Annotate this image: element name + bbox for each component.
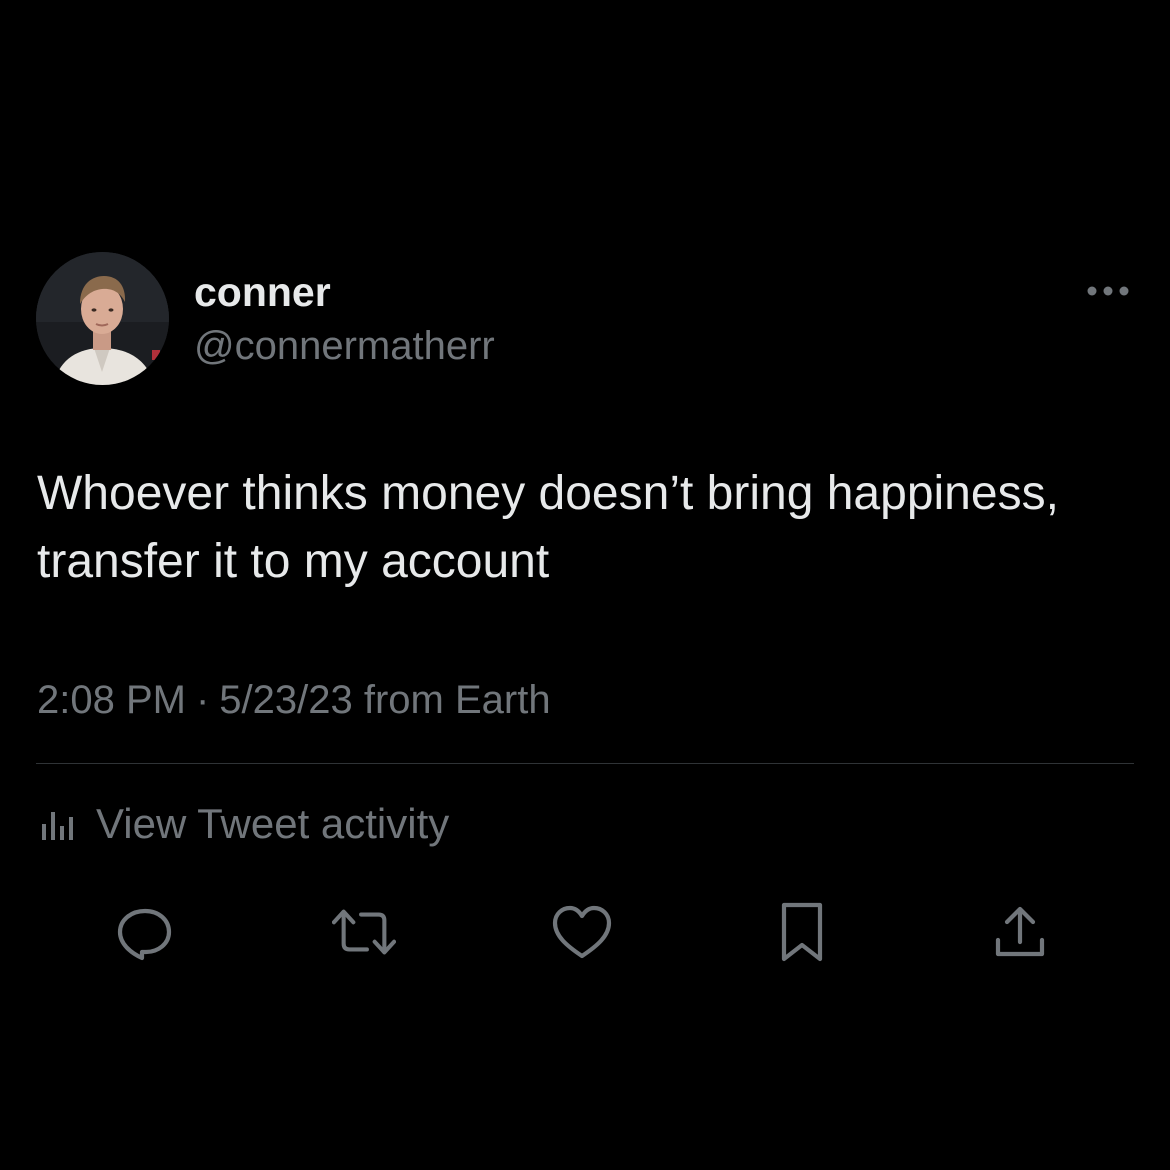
author-display-name[interactable]: conner <box>194 268 331 316</box>
tweet-time[interactable]: 2:08 PM <box>37 678 186 722</box>
bookmark-button[interactable] <box>770 900 834 964</box>
tweet-metadata: 2:08 PM · 5/23/23 from Earth <box>37 676 551 724</box>
profile-photo-icon <box>36 252 169 385</box>
share-upload-icon <box>995 906 1045 957</box>
author-handle[interactable]: @connermatherr <box>194 322 495 370</box>
divider <box>36 763 1134 764</box>
reply-button[interactable] <box>112 900 176 964</box>
activity-label: View Tweet activity <box>96 800 450 847</box>
more-options-button[interactable] <box>1080 276 1136 306</box>
bar-chart-icon <box>42 812 73 840</box>
retweet-button[interactable] <box>332 900 396 964</box>
like-button[interactable] <box>550 900 614 964</box>
bookmark-icon <box>781 902 823 962</box>
retweet-arrows-icon <box>332 909 396 955</box>
share-button[interactable] <box>988 900 1052 964</box>
heart-icon <box>552 905 612 959</box>
tweet-date-source[interactable]: 5/23/23 from Earth <box>219 678 550 722</box>
more-dots-icon <box>1087 286 1129 296</box>
view-tweet-activity-link[interactable]: View Tweet activity <box>40 798 449 850</box>
speech-bubble-icon <box>117 908 172 961</box>
avatar[interactable] <box>36 252 169 385</box>
tweet-detail: conner @connermatherr Whoever thinks mon… <box>0 0 1170 1170</box>
meta-separator: · <box>195 678 210 722</box>
tweet-text: Whoever thinks money doesn’t bring happi… <box>37 467 1059 588</box>
